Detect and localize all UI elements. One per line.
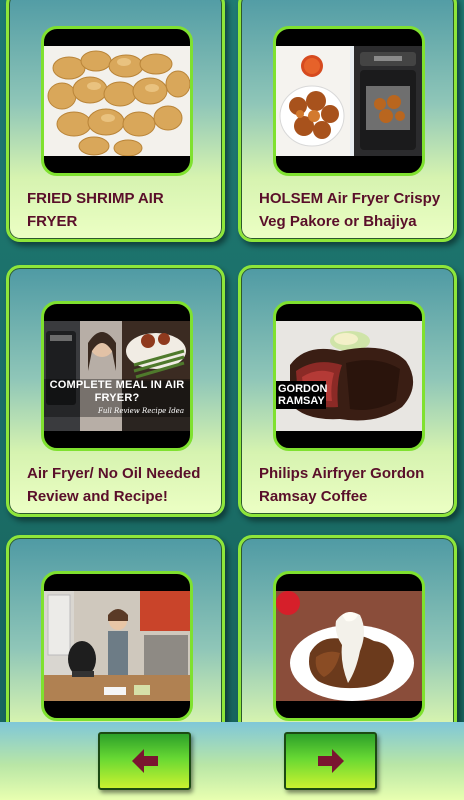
video-grid: FRIED SHRIMP AIR FRYER HOLSEM Air Fryer … bbox=[0, 0, 464, 722]
previous-page-button[interactable] bbox=[98, 732, 191, 790]
thumbnail-subtitle-text: Full Review Recipe Idea bbox=[97, 407, 185, 415]
next-page-button[interactable] bbox=[284, 732, 377, 790]
video-card-crusted-steak[interactable] bbox=[238, 535, 457, 722]
pakora-thumbnail[interactable] bbox=[273, 26, 425, 176]
video-title: HOLSEM Air Fryer Crispy Veg Pakore or Bh… bbox=[259, 190, 441, 230]
video-card-fried-shrimp[interactable]: FRIED SHRIMP AIR FRYER bbox=[6, 0, 225, 242]
video-title: Philips Airfryer Gordon Ramsay Coffee bbox=[259, 465, 425, 505]
arrow-left-icon bbox=[131, 749, 158, 773]
complete-meal-thumbnail[interactable]: COMPLETE MEAL IN AIR FRYER? Full Review … bbox=[41, 301, 193, 451]
thumbnail-overlay-text: GORDON RAMSAY bbox=[276, 381, 328, 409]
video-title: FRIED SHRIMP AIR FRYER bbox=[27, 190, 164, 230]
video-card-complete-meal[interactable]: COMPLETE MEAL IN AIR FRYER? Full Review … bbox=[6, 265, 225, 517]
kitchen-demo-thumbnail[interactable] bbox=[41, 571, 193, 721]
video-card-holsem-pakora[interactable]: HOLSEM Air Fryer Crispy Veg Pakore or Bh… bbox=[238, 0, 457, 242]
fried-shrimp-thumbnail[interactable] bbox=[41, 26, 193, 176]
video-card-gordon-ramsay[interactable]: GORDON RAMSAY Philips Airfryer Gordon Ra… bbox=[238, 265, 457, 517]
arrow-right-icon bbox=[317, 749, 344, 773]
video-card-kitchen-demo[interactable] bbox=[6, 535, 225, 722]
video-title: Air Fryer/ No Oil Needed Review and Reci… bbox=[27, 465, 201, 505]
steak-thumbnail[interactable]: GORDON RAMSAY bbox=[273, 301, 425, 451]
thumbnail-overlay-text: COMPLETE MEAL IN AIR FRYER? bbox=[49, 379, 185, 404]
bottom-navigation-bar bbox=[0, 722, 464, 800]
crusted-steak-thumbnail[interactable] bbox=[273, 571, 425, 721]
